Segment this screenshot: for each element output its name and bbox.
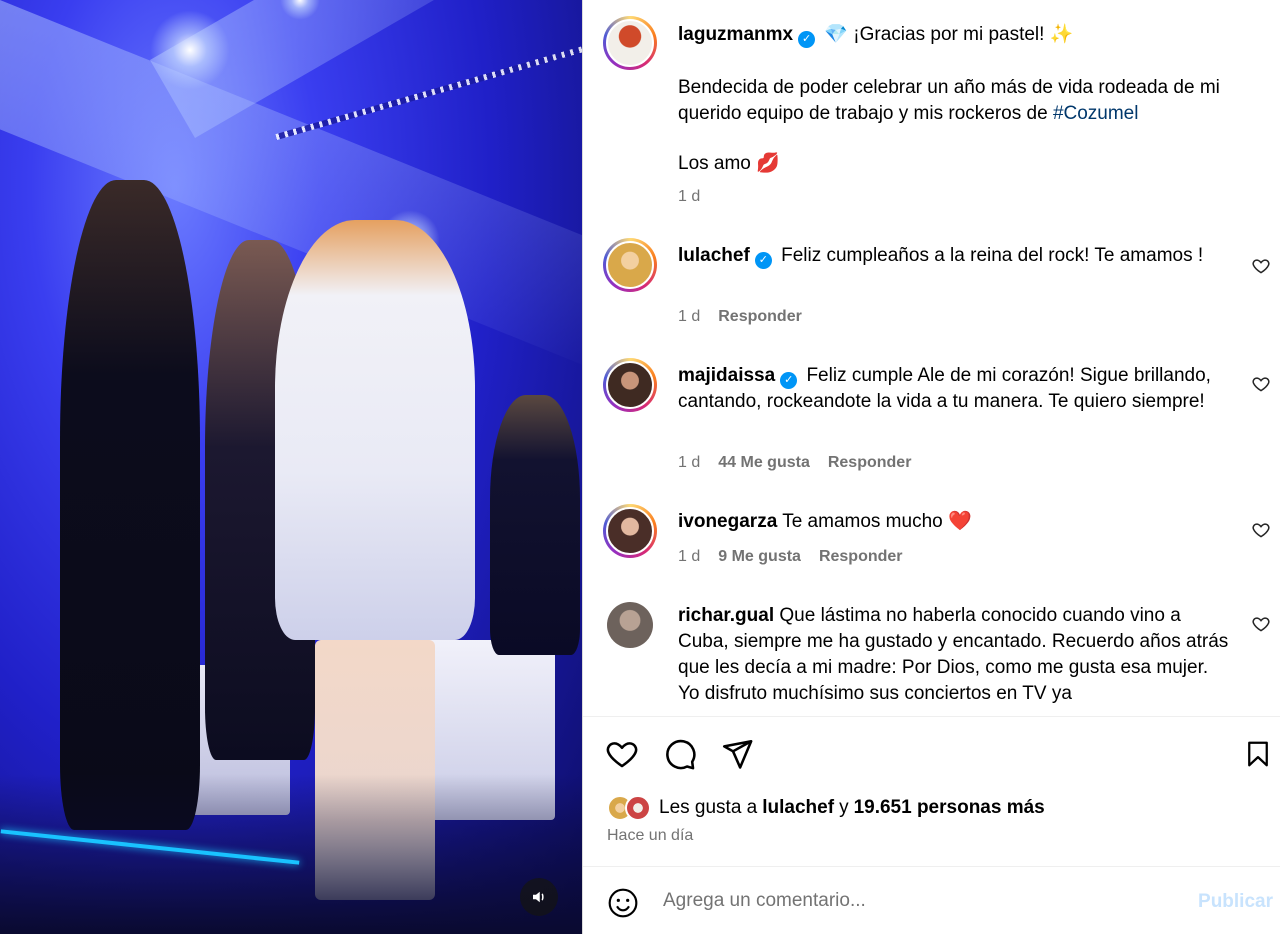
post-media[interactable] (0, 0, 582, 934)
share-icon[interactable] (720, 737, 754, 771)
stage-light (150, 10, 230, 90)
caption-line3: Los amo 💋 (678, 153, 780, 174)
heart-icon[interactable] (1251, 520, 1271, 540)
commenter-avatar[interactable] (603, 504, 657, 558)
comment-text: Feliz cumpleaños a la reina del rock! Te… (781, 245, 1204, 266)
verified-icon: ✓ (798, 31, 816, 48)
comments-scroll[interactable]: laguzmanmx ✓ 💎 ¡Gracias por mi pastel! ✨ … (583, 0, 1280, 716)
heart-icon[interactable] (605, 737, 639, 771)
heart-icon[interactable] (1251, 256, 1271, 276)
comment-age: 1 d (678, 548, 701, 565)
comment-username[interactable]: richar.gual (678, 605, 774, 626)
caption-age: 1 d (678, 188, 701, 205)
comment-input[interactable] (663, 889, 1163, 913)
author-avatar[interactable] (603, 16, 657, 70)
commenter-avatar[interactable] (603, 358, 657, 412)
publish-button[interactable]: Publicar (1198, 891, 1273, 913)
comment-age: 1 d (678, 454, 701, 471)
reply-button[interactable]: Responder (819, 548, 903, 566)
caption-line2: Bendecida de poder celebrar un año más d… (678, 77, 1220, 124)
likes-prefix: Les gusta a (659, 797, 758, 818)
comment-likes[interactable]: 44 Me gusta (718, 454, 810, 472)
post-sidebar: laguzmanmx ✓ 💎 ¡Gracias por mi pastel! ✨ … (582, 0, 1280, 934)
heart-icon[interactable] (1251, 614, 1271, 634)
likes-summary[interactable]: Les gusta a lulachef y 19.651 personas m… (607, 795, 1045, 821)
comment-username[interactable]: ivonegarza (678, 511, 777, 532)
commenter-avatar[interactable] (607, 602, 653, 648)
musician-figure (490, 395, 580, 655)
sound-icon (533, 891, 544, 903)
bookmark-icon[interactable] (1243, 737, 1273, 771)
likes-conj: y (839, 797, 849, 818)
likes-first-user[interactable]: lulachef (762, 797, 834, 819)
singer-figure (275, 220, 475, 640)
caption-line1: 💎 ¡Gracias por mi pastel! ✨ (824, 24, 1074, 45)
author-username[interactable]: laguzmanmx (678, 24, 793, 45)
person-figure (60, 180, 200, 830)
post-actions: Les gusta a lulachef y 19.651 personas m… (583, 716, 1280, 866)
sound-button[interactable] (520, 878, 558, 916)
comment-likes[interactable]: 9 Me gusta (718, 548, 801, 566)
comment-icon[interactable] (663, 737, 697, 771)
heart-icon[interactable] (1251, 374, 1271, 394)
comment-text: Te amamos mucho ❤️ (782, 511, 972, 532)
comment-age: 1 d (678, 308, 701, 325)
likes-others[interactable]: 19.651 personas más (854, 797, 1045, 819)
hashtag-link[interactable]: #Cozumel (1053, 103, 1139, 124)
commenter-avatar[interactable] (603, 238, 657, 292)
comment-username[interactable]: majidaissa (678, 365, 775, 386)
comment-composer: Publicar (583, 866, 1280, 934)
reply-button[interactable]: Responder (718, 308, 802, 326)
verified-icon: ✓ (780, 372, 798, 389)
verified-icon: ✓ (754, 252, 772, 269)
post-timestamp[interactable]: Hace un día (607, 827, 693, 845)
comment-username[interactable]: lulachef (678, 245, 750, 266)
stage-floor (0, 774, 582, 934)
reply-button[interactable]: Responder (828, 454, 912, 472)
emoji-icon[interactable] (607, 887, 639, 919)
liker-avatar (625, 795, 651, 821)
